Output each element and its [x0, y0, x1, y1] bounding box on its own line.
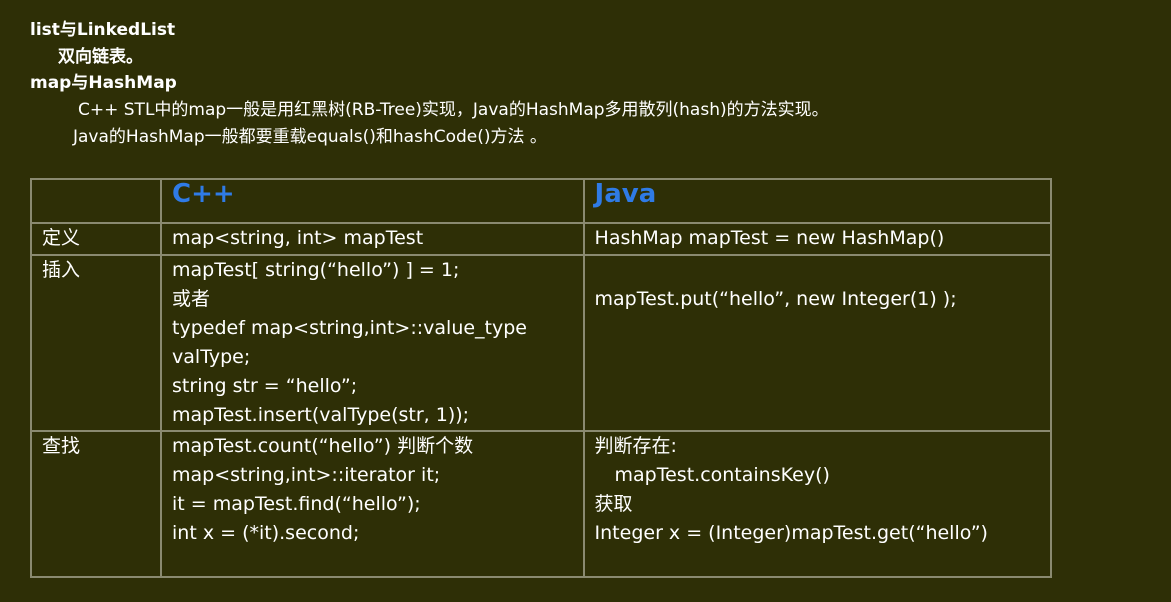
code-line: mapTest.containsKey()	[614, 464, 830, 486]
code-line: mapTest.count(“hello”) 判断个数	[172, 435, 474, 457]
header-empty-cell	[29, 178, 163, 224]
cpp-cell-find: mapTest.count(“hello”) 判断个数 map<string,i…	[160, 430, 585, 578]
comparison-table: C++ Java 定义 map<string, int> mapTest Has…	[29, 178, 1053, 578]
heading-list-linkedlist: list与LinkedList	[30, 20, 176, 40]
heading-map-hashmap: map与HashMap	[30, 73, 177, 93]
header-java: Java	[582, 178, 1053, 224]
text-implementation-note: C++ STL中的map一般是用红黑树(RB-Tree)实现，Java的Hash…	[78, 100, 829, 120]
table-row-define: 定义 map<string, int> mapTest HashMap mapT…	[29, 222, 1053, 256]
java-cell-find: 判断存在: mapTest.containsKey() 获取 Integer x…	[582, 430, 1053, 578]
code-line: map<string,int>::iterator it;	[172, 464, 441, 486]
code-line: 判断存在:	[594, 435, 677, 457]
table-header-row: C++ Java	[29, 178, 1053, 224]
header-cpp: C++	[160, 178, 585, 224]
text-override-note: Java的HashMap一般都要重载equals()和hashCode()方法 …	[73, 127, 547, 147]
code-line: map<string, int> mapTest	[172, 227, 424, 249]
code-line: mapTest.put(“hello”, new Integer(1) );	[594, 288, 957, 310]
code-line: 获取	[594, 493, 633, 515]
cpp-cell-insert: mapTest[ string(“hello”) ] = 1; 或者 typed…	[160, 254, 585, 432]
cpp-cell-define: map<string, int> mapTest	[160, 222, 585, 256]
code-line: typedef map<string,int>::value_type	[172, 317, 528, 339]
code-line: Integer x = (Integer)mapTest.get(“hello”…	[594, 522, 988, 544]
code-line: string str = “hello”;	[172, 375, 358, 397]
code-line: valType;	[172, 346, 251, 368]
code-line: mapTest.insert(valType(str, 1));	[172, 404, 470, 426]
row-label-find: 查找	[29, 430, 163, 578]
java-cell-define: HashMap mapTest = new HashMap()	[582, 222, 1053, 256]
table-row-insert: 插入 mapTest[ string(“hello”) ] = 1; 或者 ty…	[29, 254, 1053, 432]
text-doubly-linked-list: 双向链表。	[58, 47, 143, 67]
code-line: int x = (*it).second;	[172, 522, 360, 544]
code-line: 或者	[172, 288, 211, 310]
code-line: it = mapTest.find(“hello”);	[172, 493, 421, 515]
code-line: mapTest[ string(“hello”) ] = 1;	[172, 259, 460, 281]
row-label-insert: 插入	[29, 254, 163, 432]
table-row-find: 查找 mapTest.count(“hello”) 判断个数 map<strin…	[29, 430, 1053, 578]
code-line: HashMap mapTest = new HashMap()	[594, 227, 945, 249]
java-cell-insert: mapTest.put(“hello”, new Integer(1) );	[582, 254, 1053, 432]
row-label-define: 定义	[29, 222, 163, 256]
